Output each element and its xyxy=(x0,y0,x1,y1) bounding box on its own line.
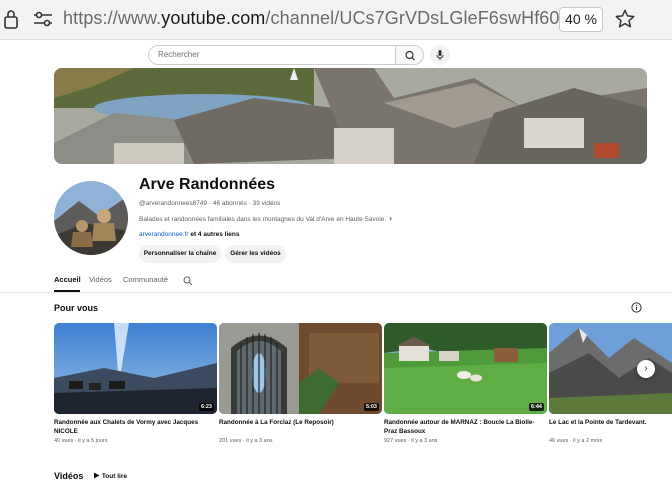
manage-videos-button[interactable]: Gérer les vidéos xyxy=(225,245,286,263)
for-you-title: Pour vous xyxy=(54,303,99,313)
video-title[interactable]: Randonnée aux Chalets de Vormy avec Jacq… xyxy=(54,419,217,436)
channel-name: Arve Randonnées xyxy=(139,176,276,193)
lock-icon[interactable] xyxy=(3,9,19,29)
url-domain: youtube.com xyxy=(161,8,266,28)
thumbnail-image xyxy=(384,323,547,414)
url-path: /channel/UCs7GrVDsLGleF6swHf606zA xyxy=(265,8,591,28)
video-duration: 6:23 xyxy=(198,403,214,411)
video-views: 40 vues xyxy=(54,438,74,444)
video-title[interactable]: Randonnée à La Forclaz (Le Reposoir) xyxy=(219,419,382,436)
play-all-label: Tout lire xyxy=(101,473,127,480)
tab-community[interactable]: Communauté xyxy=(123,275,168,284)
play-icon xyxy=(94,472,100,479)
video-duration: 5:03 xyxy=(363,403,379,411)
video-card[interactable]: 5:03 Randonnée à La Forclaz (Le Reposoir… xyxy=(219,323,382,444)
video-thumbnail[interactable]: 6:44 xyxy=(384,323,547,414)
channel-handle: @arverandonnees8749 xyxy=(139,200,208,207)
chevron-right-icon: › xyxy=(644,363,648,374)
channel-avatar[interactable] xyxy=(54,181,128,255)
video-views: 201 vues xyxy=(219,438,242,444)
video-age: il y a 3 ans xyxy=(246,438,273,444)
video-meta: 46 vues · il y a 2 mois xyxy=(549,438,603,444)
carousel-next-button[interactable]: › xyxy=(637,360,655,378)
thumbnail-image xyxy=(219,323,382,414)
video-age: il y a 3 ans xyxy=(411,438,438,444)
customize-channel-button[interactable]: Personnaliser la chaîne xyxy=(139,245,221,263)
zoom-level-button[interactable]: 40 % xyxy=(559,7,603,32)
video-title[interactable]: Randonnée autour de MARNAZ : Boucle La B… xyxy=(384,419,547,436)
info-icon[interactable] xyxy=(631,302,642,313)
video-age: il y a 2 mois xyxy=(573,438,603,444)
video-thumbnail[interactable]: 5:03 xyxy=(219,323,382,414)
channel-link[interactable]: arverandonnee.fr xyxy=(139,231,189,238)
tab-home[interactable]: Accueil xyxy=(54,275,81,284)
tabs-divider xyxy=(0,292,672,293)
url-prefix: https://www. xyxy=(63,8,162,28)
video-title[interactable]: Le Lac et la Pointe de Tardevant. xyxy=(549,419,672,436)
avatar-image xyxy=(54,181,128,255)
channel-description-text: Balades et randonnées familiales dans le… xyxy=(139,216,387,223)
banner-image xyxy=(54,68,647,164)
search-button[interactable] xyxy=(395,45,424,65)
video-card[interactable]: Le Lac et la Pointe de Tardevant. 46 vue… xyxy=(549,323,672,444)
microphone-icon xyxy=(436,50,444,60)
bookmark-star-icon[interactable] xyxy=(614,8,636,30)
channel-meta: @arverandonnees8749 · 46 abonnés · 39 vi… xyxy=(139,200,281,207)
video-meta: 40 vues · il y a 5 jours xyxy=(54,438,108,444)
more-links[interactable]: et 4 autres liens xyxy=(190,231,239,238)
voice-search-button[interactable] xyxy=(430,45,450,65)
video-meta: 201 vues · il y a 3 ans xyxy=(219,438,273,444)
chevron-right-icon: › xyxy=(389,214,392,223)
address-bar[interactable]: https://www.youtube.com/channel/UCs7GrVD… xyxy=(63,8,591,29)
thumbnail-image xyxy=(54,323,217,414)
video-views: 927 vues xyxy=(384,438,407,444)
channel-description[interactable]: Balades et randonnées familiales dans le… xyxy=(139,214,392,223)
browser-toolbar: https://www.youtube.com/channel/UCs7GrVD… xyxy=(0,0,672,40)
play-all-button[interactable]: Tout lire xyxy=(93,472,127,480)
video-views: 46 vues xyxy=(549,438,569,444)
video-card[interactable]: 6:44 Randonnée autour de MARNAZ : Boucle… xyxy=(384,323,547,444)
youtube-search-row: Rechercher xyxy=(0,44,672,66)
site-settings-icon[interactable] xyxy=(33,10,53,28)
tab-videos[interactable]: Vidéos xyxy=(89,275,112,284)
subscriber-count: 46 abonnés xyxy=(212,200,247,207)
video-age: il y a 5 jours xyxy=(78,438,108,444)
video-thumbnail[interactable]: 6:23 xyxy=(54,323,217,414)
video-duration: 6:44 xyxy=(528,403,544,411)
video-card[interactable]: 6:23 Randonnée aux Chalets de Vormy avec… xyxy=(54,323,217,444)
channel-search-icon[interactable] xyxy=(183,276,193,286)
channel-banner xyxy=(54,68,647,164)
video-count: 39 vidéos xyxy=(252,200,281,207)
search-input[interactable]: Rechercher xyxy=(148,45,395,65)
video-meta: 927 vues · il y a 3 ans xyxy=(384,438,438,444)
search-icon xyxy=(405,50,415,61)
channel-links: arverandonnee.fr et 4 autres liens xyxy=(139,231,239,238)
